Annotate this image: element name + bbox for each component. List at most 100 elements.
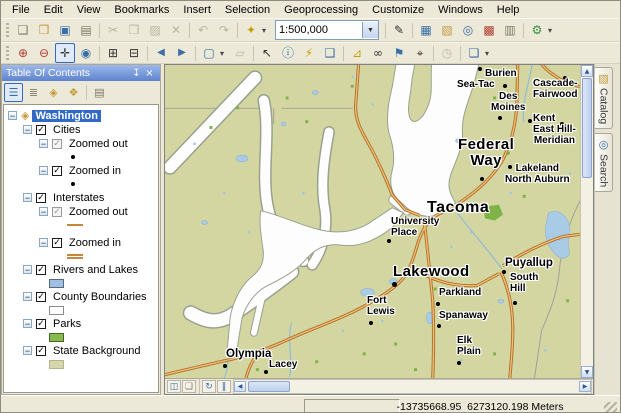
hyperlink-icon[interactable]: ⚡ bbox=[299, 43, 319, 63]
modelbuilder-icon[interactable]: ⚙ bbox=[527, 20, 547, 40]
select-features-dropdown-icon[interactable]: ▾ bbox=[220, 49, 229, 58]
data-view-icon[interactable]: ◫ bbox=[167, 380, 181, 393]
list-by-visibility-icon[interactable]: ◈ bbox=[44, 83, 63, 102]
scroll-right-icon[interactable]: ▶ bbox=[579, 381, 591, 392]
toolbar-grip[interactable] bbox=[6, 23, 9, 37]
map-scale-input[interactable] bbox=[276, 23, 362, 37]
layer-label[interactable]: Parks bbox=[50, 318, 84, 330]
scroll-left-icon[interactable]: ◀ bbox=[234, 381, 246, 392]
select-features-icon[interactable]: ▢ bbox=[199, 43, 219, 63]
map-frame-label[interactable]: Washington bbox=[32, 110, 101, 122]
delete-icon[interactable]: ✕ bbox=[166, 20, 186, 40]
auto-hide-pin-icon[interactable]: ↧ bbox=[130, 67, 143, 80]
arctoolbox-icon[interactable]: ▩ bbox=[479, 20, 499, 40]
collapse-icon[interactable]: − bbox=[23, 292, 32, 301]
measure-icon[interactable]: ⊿ bbox=[347, 43, 367, 63]
copy-icon[interactable]: ❐ bbox=[124, 20, 144, 40]
clear-selection-icon[interactable]: ▱ bbox=[230, 43, 250, 63]
editor-toolbar-icon[interactable]: ✎ bbox=[389, 20, 409, 40]
find-icon[interactable]: ∞ bbox=[368, 43, 388, 63]
toc-item-interstates-zoomed-out[interactable]: − ✓ Zoomed out bbox=[39, 205, 158, 218]
horizontal-scroll-thumb[interactable] bbox=[248, 381, 290, 392]
fill-symbol-state-background[interactable] bbox=[49, 360, 64, 369]
toc-item-interstates-zoomed-in[interactable]: − ✓ Zoomed in bbox=[39, 236, 158, 249]
back-extent-icon[interactable]: ◀ bbox=[151, 43, 171, 63]
select-elements-icon[interactable]: ↖ bbox=[257, 43, 277, 63]
toc-item-cities-zoomed-in[interactable]: − ✓ Zoomed in bbox=[39, 164, 158, 177]
menu-customize[interactable]: Customize bbox=[365, 3, 431, 17]
undo-icon[interactable]: ↶ bbox=[193, 20, 213, 40]
html-popup-icon[interactable]: ❑ bbox=[320, 43, 340, 63]
vertical-scroll-thumb[interactable] bbox=[582, 78, 592, 178]
menu-file[interactable]: File bbox=[5, 3, 37, 17]
map-vertical-scrollbar[interactable]: ▲ ▼ bbox=[580, 65, 593, 378]
toc-item-state-background[interactable]: − ✓ State Background bbox=[23, 344, 158, 357]
fixed-zoom-out-icon[interactable]: ⊟ bbox=[124, 43, 144, 63]
pause-drawing-icon[interactable]: ‖ bbox=[217, 380, 231, 393]
pan-icon[interactable]: ✛ bbox=[55, 43, 75, 63]
collapse-icon[interactable]: − bbox=[8, 111, 17, 120]
toc-item-interstates[interactable]: − ✓ Interstates bbox=[23, 191, 158, 204]
line-symbol[interactable] bbox=[67, 224, 83, 226]
viewer-window-icon[interactable]: ❏ bbox=[464, 43, 484, 63]
scroll-up-icon[interactable]: ▲ bbox=[581, 65, 593, 77]
layer-checkbox[interactable]: ✓ bbox=[36, 346, 46, 356]
toolbar-overflow-icon[interactable]: ▾ bbox=[485, 49, 494, 58]
layer-label[interactable]: Zoomed out bbox=[66, 206, 131, 218]
menu-edit[interactable]: Edit bbox=[37, 3, 70, 17]
layer-label[interactable]: Rivers and Lakes bbox=[50, 264, 141, 276]
collapse-icon[interactable]: − bbox=[23, 319, 32, 328]
refresh-view-icon[interactable]: ↻ bbox=[202, 380, 216, 393]
toolbar-grip[interactable] bbox=[6, 46, 9, 60]
collapse-icon[interactable]: − bbox=[39, 238, 48, 247]
toc-options-icon[interactable]: ▤ bbox=[90, 83, 109, 102]
point-symbol[interactable] bbox=[71, 182, 75, 186]
layer-checkbox[interactable]: ✓ bbox=[36, 292, 46, 302]
menu-geoprocessing[interactable]: Geoprocessing bbox=[277, 3, 365, 17]
search-window-icon[interactable]: ◎ bbox=[458, 20, 478, 40]
fill-symbol-county[interactable] bbox=[49, 306, 64, 315]
collapse-icon[interactable]: − bbox=[39, 166, 48, 175]
map-viewport[interactable]: Burien Sea-Tac Cascade- Fairwood Des Moi… bbox=[165, 65, 580, 378]
toc-item-cities[interactable]: − ✓ Cities bbox=[23, 123, 158, 136]
find-route-icon[interactable]: ⚑ bbox=[389, 43, 409, 63]
layer-label[interactable]: State Background bbox=[50, 345, 143, 357]
menu-selection[interactable]: Selection bbox=[218, 3, 277, 17]
layer-checkbox[interactable]: ✓ bbox=[36, 193, 46, 203]
python-window-icon[interactable]: ▥ bbox=[500, 20, 520, 40]
double-line-symbol[interactable] bbox=[67, 254, 83, 259]
zoom-in-icon[interactable]: ⊕ bbox=[13, 43, 33, 63]
layer-checkbox[interactable]: ✓ bbox=[52, 139, 62, 149]
collapse-icon[interactable]: − bbox=[39, 139, 48, 148]
toc-item-rivers-and-lakes[interactable]: − ✓ Rivers and Lakes bbox=[23, 263, 158, 276]
menu-windows[interactable]: Windows bbox=[431, 3, 490, 17]
fill-symbol-rivers[interactable] bbox=[49, 279, 64, 288]
toc-item-washington[interactable]: − ◈ Washington bbox=[8, 109, 158, 122]
collapse-icon[interactable]: − bbox=[23, 265, 32, 274]
catalog-window-icon[interactable]: ▧ bbox=[437, 20, 457, 40]
tab-catalog[interactable]: ▧ Catalog bbox=[595, 67, 613, 129]
paste-icon[interactable]: ▨ bbox=[145, 20, 165, 40]
fill-symbol-parks[interactable] bbox=[49, 333, 64, 342]
list-by-selection-icon[interactable]: ❖ bbox=[64, 83, 83, 102]
menu-view[interactable]: View bbox=[70, 3, 108, 17]
toc-item-parks[interactable]: − ✓ Parks bbox=[23, 317, 158, 330]
layer-label[interactable]: Cities bbox=[50, 124, 84, 136]
save-icon[interactable]: ▣ bbox=[55, 20, 75, 40]
add-data-dropdown-icon[interactable]: ▾ bbox=[262, 26, 271, 35]
menu-insert[interactable]: Insert bbox=[176, 3, 218, 17]
layer-label[interactable]: Interstates bbox=[50, 192, 107, 204]
time-slider-icon[interactable]: ◷ bbox=[437, 43, 457, 63]
list-by-drawing-order-icon[interactable]: ☰ bbox=[4, 83, 23, 102]
collapse-icon[interactable]: − bbox=[23, 125, 32, 134]
layer-checkbox[interactable]: ✓ bbox=[36, 265, 46, 275]
collapse-icon[interactable]: − bbox=[23, 193, 32, 202]
table-of-contents-window-icon[interactable]: ▦ bbox=[416, 20, 436, 40]
forward-extent-icon[interactable]: ▶ bbox=[172, 43, 192, 63]
collapse-icon[interactable]: − bbox=[39, 207, 48, 216]
scale-dropdown-icon[interactable]: ▼ bbox=[362, 22, 378, 38]
layer-label[interactable]: Zoomed in bbox=[66, 237, 124, 249]
layout-view-icon[interactable]: ❏ bbox=[182, 380, 196, 393]
zoom-out-icon[interactable]: ⊖ bbox=[34, 43, 54, 63]
collapse-icon[interactable]: − bbox=[23, 346, 32, 355]
